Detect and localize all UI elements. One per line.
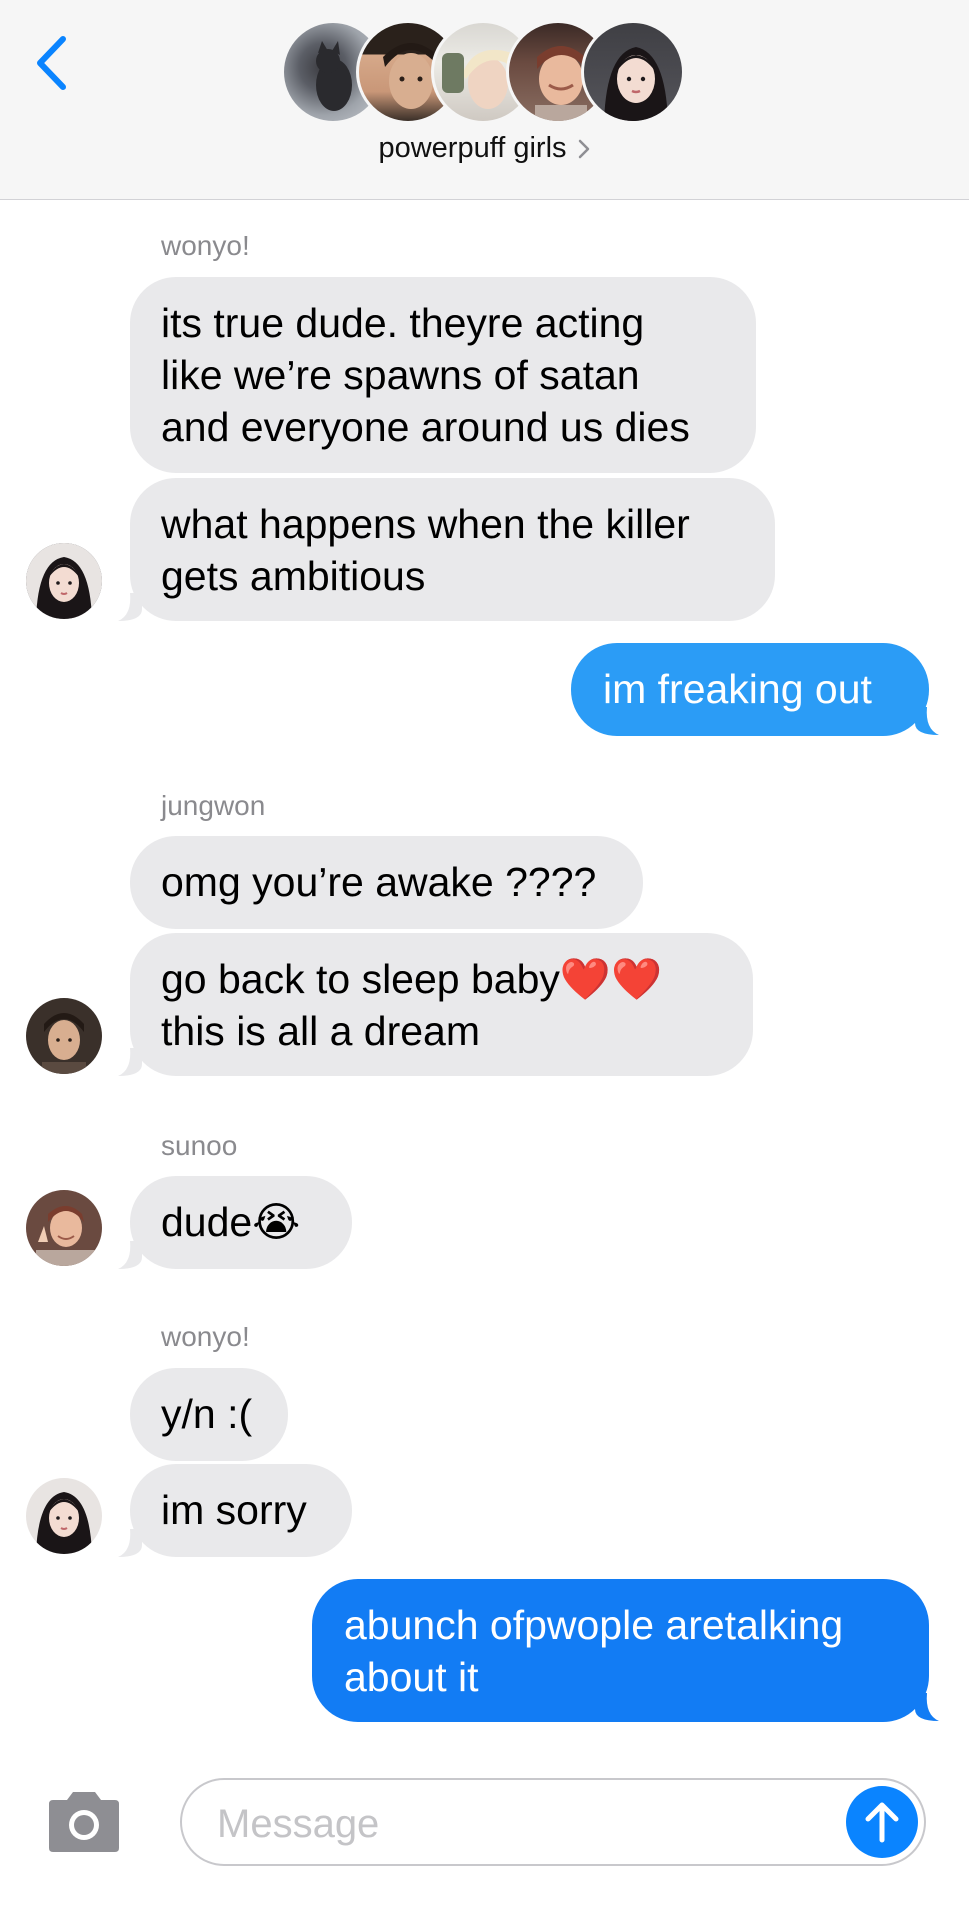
back-button[interactable] xyxy=(26,30,76,96)
avatar-wonyo xyxy=(581,20,685,124)
avatar[interactable] xyxy=(26,998,102,1074)
message-bubble-incoming[interactable]: its true dude. theyre acting like we’re … xyxy=(130,277,756,473)
bubble-tail xyxy=(118,1048,142,1076)
camera-icon xyxy=(49,1792,119,1852)
sender-label: sunoo xyxy=(161,1130,238,1161)
chevron-right-icon xyxy=(578,139,589,158)
sender-label: wonyo! xyxy=(161,230,250,261)
message-bubble-incoming[interactable]: y/n :( xyxy=(130,1368,288,1461)
group-avatars[interactable] xyxy=(281,20,691,124)
camera-button[interactable] xyxy=(43,1790,125,1854)
group-title[interactable]: powerpuff girls xyxy=(0,132,969,165)
arrow-up-icon xyxy=(865,1802,899,1843)
avatar[interactable] xyxy=(26,1478,102,1554)
sender-label: jungwon xyxy=(161,790,266,821)
message-input[interactable]: Message xyxy=(180,1778,926,1866)
message-bubble-incoming[interactable]: go back to sleep baby❤️❤️ this is all a … xyxy=(130,933,753,1076)
message-bubble-outgoing[interactable]: abunch ofpwople aretalking about it xyxy=(312,1579,929,1722)
bubble-tail xyxy=(915,707,939,735)
message-bubble-incoming[interactable]: omg you’re awake ???? xyxy=(130,836,643,929)
avatar[interactable] xyxy=(26,1190,102,1266)
message-bubble-incoming[interactable]: im sorry xyxy=(130,1464,352,1557)
message-placeholder: Message xyxy=(217,1802,380,1846)
sender-label: wonyo! xyxy=(161,1321,250,1352)
avatar[interactable] xyxy=(26,543,102,619)
message-bubble-incoming[interactable]: dude😭 xyxy=(130,1176,352,1269)
bubble-tail xyxy=(118,593,142,621)
bubble-tail xyxy=(118,1241,142,1269)
bubble-tail xyxy=(118,1529,142,1557)
message-bubble-incoming[interactable]: what happens when the killer gets ambiti… xyxy=(130,478,775,621)
group-name: powerpuff girls xyxy=(378,132,567,164)
chevron-left-icon xyxy=(37,36,66,90)
message-bubble-outgoing[interactable]: im freaking out xyxy=(571,643,929,736)
bubble-tail xyxy=(915,1693,939,1721)
conversation-header: powerpuff girls xyxy=(0,0,969,200)
send-button[interactable] xyxy=(846,1786,918,1858)
